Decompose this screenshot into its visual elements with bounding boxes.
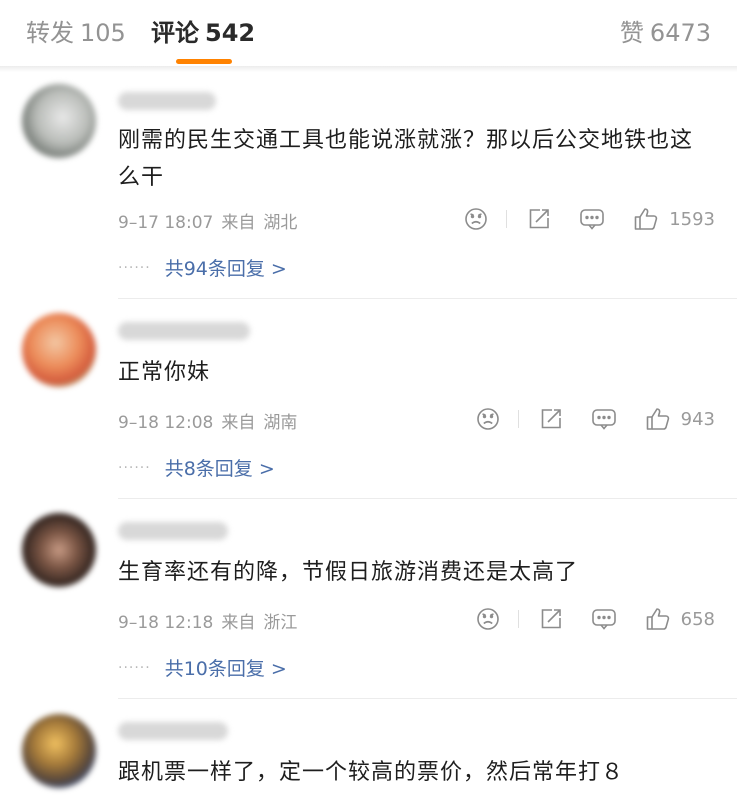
comment-actions: 1593 (464, 206, 715, 232)
comment-location: 湖南 (263, 413, 298, 433)
comment-divider (118, 498, 737, 499)
share-button[interactable] (539, 607, 563, 631)
like-button[interactable]: 658 (645, 606, 715, 632)
comment-meta: 9–17 18:07 来自 湖北 (118, 208, 297, 233)
share-button[interactable] (527, 207, 551, 231)
share-icon (541, 609, 561, 629)
like-count: 658 (680, 608, 715, 630)
action-separator (517, 410, 519, 428)
thumbs-up-icon (646, 408, 669, 430)
tab-likes-count: 6473 (649, 19, 711, 47)
username[interactable] (118, 722, 228, 740)
username[interactable] (118, 522, 228, 540)
dislike-button[interactable] (464, 207, 488, 231)
like-count: 1593 (669, 208, 715, 230)
comment-divider (118, 698, 737, 699)
tab-comments-count: 542 (205, 19, 256, 47)
avatar[interactable] (22, 714, 96, 788)
sad-face-icon (476, 408, 499, 430)
comment-bubble-icon (580, 209, 604, 230)
tabbar-shadow (0, 66, 737, 72)
comment-from: 来自 (221, 213, 256, 233)
comment-location: 湖北 (263, 213, 298, 233)
action-separator (506, 210, 508, 228)
tab-comments-label: 评论 (151, 19, 199, 47)
action-separator (517, 610, 519, 628)
sad-face-icon (465, 208, 487, 230)
dislike-button[interactable] (476, 607, 500, 631)
comment-text: 刚需的民生交通工具也能说涨就涨？那以后公交地铁也这么干 (118, 128, 694, 190)
comment-text: 生育率还有的降，节假日旅游消费还是太高了 (118, 560, 579, 585)
comment-location: 浙江 (263, 613, 298, 633)
comment-time: 9–18 12:08 (118, 413, 214, 433)
tab-reposts-label: 转发 (26, 19, 74, 47)
reply-count-text: 共8条回复 > (164, 458, 275, 480)
sad-face-icon (476, 608, 499, 630)
share-icon (541, 409, 561, 429)
comment-time: 9–18 12:18 (118, 613, 214, 633)
reply-dots: ······ (118, 260, 151, 276)
username[interactable] (118, 92, 216, 110)
active-tab-indicator (176, 59, 232, 64)
comment-from: 来自 (221, 613, 256, 633)
like-button[interactable]: 943 (645, 406, 715, 432)
tab-likes[interactable]: 赞 6473 (620, 18, 711, 48)
username[interactable] (118, 322, 250, 340)
tab-reposts-count: 105 (80, 19, 126, 47)
comment-time: 9–17 18:07 (118, 213, 214, 233)
tab-likes-label: 赞 (619, 19, 644, 47)
comment-meta: 9–18 12:18 来自 浙江 (118, 608, 297, 633)
reply-count-text: 共10条回复 > (164, 658, 287, 680)
thumbs-up-icon (634, 208, 658, 230)
comment-actions: 658 (476, 606, 715, 632)
reply-dots: ······ (118, 460, 151, 476)
view-replies-link[interactable]: ······ 共8条回复 > (118, 454, 275, 481)
comment-meta: 9–18 12:08 来自 湖南 (118, 408, 297, 433)
view-replies-link[interactable]: ······ 共94条回复 > (118, 254, 287, 281)
reply-button[interactable] (591, 407, 617, 431)
comment-tabbar: 转发 105 评论 542 赞 6473 (0, 0, 737, 66)
comment-bubble-icon (591, 409, 616, 430)
like-count: 943 (680, 408, 715, 430)
view-replies-link[interactable]: ······ 共10条回复 > (118, 654, 287, 681)
comment-text: 跟机票一样了，定一个较高的票价，然后常年打８ (118, 760, 625, 785)
comment-from: 来自 (221, 413, 256, 433)
comment-actions: 943 (476, 406, 715, 432)
reply-button[interactable] (591, 607, 617, 631)
thumbs-up-icon (646, 608, 669, 630)
tab-reposts[interactable]: 转发 105 (26, 18, 126, 48)
reply-dots: ······ (118, 660, 151, 676)
share-button[interactable] (539, 407, 563, 431)
comment-bubble-icon (591, 609, 616, 630)
avatar[interactable] (22, 84, 96, 158)
avatar[interactable] (22, 513, 96, 587)
comment-text: 正常你妹 (118, 360, 211, 385)
reply-button[interactable] (579, 207, 605, 231)
like-button[interactable]: 1593 (633, 206, 715, 232)
avatar[interactable] (22, 313, 96, 387)
dislike-button[interactable] (476, 407, 500, 431)
tab-comments[interactable]: 评论 542 (151, 18, 255, 48)
comment-divider (118, 298, 737, 299)
reply-count-text: 共94条回复 > (164, 258, 287, 280)
share-icon (529, 209, 549, 229)
